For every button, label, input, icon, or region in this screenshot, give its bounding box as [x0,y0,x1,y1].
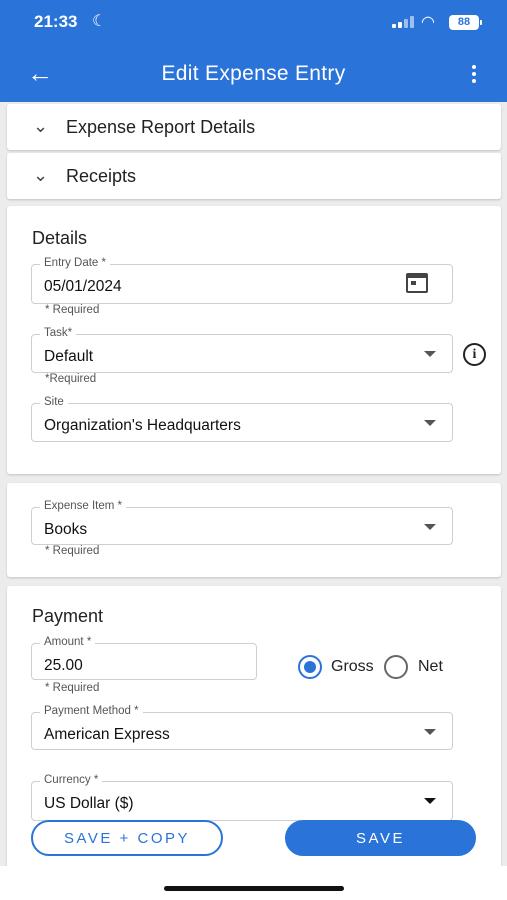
expense-item-value: Books [44,521,88,538]
task-helper: *Required [45,373,97,385]
dropdown-arrow-icon [424,351,436,357]
amount-label: Amount * [40,636,96,648]
status-time: 21:33 [34,12,78,31]
save-copy-button[interactable]: SAVE + COPY [31,820,223,856]
payment-method-select[interactable]: Payment Method * American Express [31,705,453,750]
more-options-icon[interactable] [466,63,482,85]
amount-field[interactable]: Amount * 25.00 [31,636,257,680]
gross-radio[interactable] [298,655,322,679]
net-radio[interactable] [384,655,408,679]
task-select[interactable]: Task* Default [31,327,453,373]
payment-heading: Payment [32,606,104,626]
info-icon[interactable]: i [463,343,486,366]
entry-date-helper: * Required [45,304,100,316]
app-bar: ← Edit Expense Entry [0,46,507,102]
payment-method-label: Payment Method * [40,705,143,717]
expense-item-helper: * Required [45,545,100,557]
entry-date-label: Entry Date * [40,257,110,269]
home-indicator[interactable] [164,886,344,891]
page-title: Edit Expense Entry [161,62,346,85]
wifi-icon: ◠ [421,14,435,31]
save-button[interactable]: SAVE [285,820,476,856]
site-select[interactable]: Site Organization's Headquarters [31,396,453,442]
net-label[interactable]: Net [418,658,443,676]
entry-date-value: 05/01/2024 [44,278,122,295]
task-label: Task* [40,327,77,339]
gross-label[interactable]: Gross [331,658,374,676]
currency-label: Currency * [40,774,103,786]
currency-select[interactable]: Currency * US Dollar ($) [31,774,453,821]
receipts-section[interactable]: ⌄ Receipts [7,153,501,199]
status-bar: 21:33 ☾ ◠ 88 [0,0,507,46]
dropdown-arrow-icon [424,524,436,530]
payment-method-value: American Express [44,726,170,743]
chevron-down-icon: ⌄ [33,165,49,185]
battery-icon: 88 [449,15,482,30]
expense-item-label: Expense Item * [40,500,126,512]
entry-date-field[interactable]: Entry Date * 05/01/2024 [31,257,453,304]
expense-item-select[interactable]: Expense Item * Books [31,500,453,545]
details-heading: Details [32,228,88,248]
dropdown-arrow-icon [424,420,436,426]
moon-icon: ☾ [92,13,107,30]
site-value: Organization's Headquarters [44,417,241,434]
expense-item-card: Expense Item * Books * Required [7,483,501,577]
amount-value: 25.00 [44,657,83,674]
currency-value: US Dollar ($) [44,795,134,812]
chevron-down-icon: ⌄ [33,116,49,136]
calendar-icon[interactable] [406,273,428,293]
expense-report-details-section[interactable]: ⌄ Expense Report Details [7,104,501,150]
signal-icon [392,16,414,28]
dropdown-arrow-icon [424,729,436,735]
home-indicator-area [0,866,507,900]
dropdown-arrow-icon [424,798,436,804]
task-value: Default [44,348,94,365]
section-label: Receipts [66,166,137,186]
amount-helper: * Required [45,682,100,694]
details-card: Details Entry Date * 05/01/2024 * Requir… [7,206,501,474]
site-label: Site [40,396,68,408]
section-label: Expense Report Details [66,117,256,137]
